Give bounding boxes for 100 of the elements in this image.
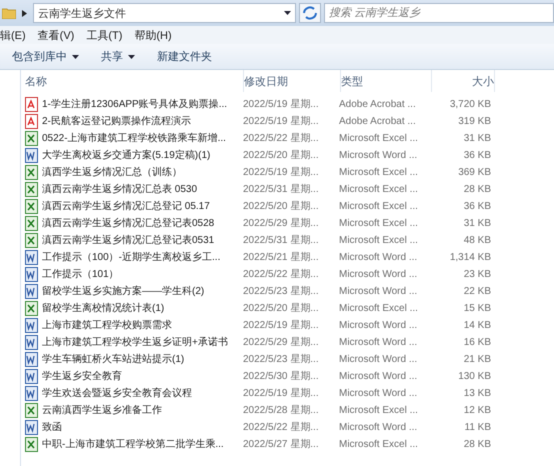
type-cell-text: Microsoft Excel ... [339,217,419,231]
size-cell-text: 130 KB [457,370,491,384]
file-name[interactable]: 工作提示（101） [42,266,119,283]
search-field[interactable]: 搜索 云南学生返乡 [324,3,554,23]
refresh-icon[interactable] [299,3,321,23]
type-cell-text: Microsoft Excel ... [339,200,419,214]
type-cell-text: Microsoft Excel ... [339,166,419,180]
type-cell-text: Adobe Acrobat ... [339,115,417,129]
date-cell-text: 2022/5/29 星期... [243,216,320,231]
spreadsheet-file-icon [25,437,38,452]
breadcrumb-arrow-icon[interactable] [22,10,27,16]
date-cell-text: 2022/5/19 星期... [243,318,320,333]
date-cell-text: 2022/5/23 星期... [243,352,320,367]
type-cell-text: Microsoft Excel ... [339,438,419,452]
document-file-icon [25,386,38,401]
type-cell-text: Microsoft Word ... [339,336,418,350]
size-cell-text: 13 KB [462,387,491,401]
toolbar-button[interactable]: 新建文件夹 [151,47,218,66]
file-name[interactable]: 云南滇西学生返乡准备工作 [42,402,162,419]
size-cell-text: 36 KB [462,200,491,214]
pdf-file-icon [25,97,38,112]
date-cell-text: 2022/5/30 星期... [243,370,320,384]
document-file-icon [25,284,38,299]
spreadsheet-file-icon [25,165,38,180]
file-name[interactable]: 滇西云南学生返乡情况汇总登记表0528 [42,215,214,232]
spreadsheet-file-icon [25,199,38,214]
file-name[interactable]: 2-民航客运登记购票操作流程演示 [42,113,191,130]
size-cell-text: 1,314 KB [448,251,491,265]
file-name[interactable]: 学生车辆虹桥火车站进站提示(1) [42,351,184,368]
size-cell-text: 23 KB [462,268,491,282]
file-name[interactable]: 1-学生注册12306APP账号具体及购票操... [42,96,228,113]
column-header[interactable]: 大小 [432,70,495,92]
date-cell-text: 2022/5/20 星期... [243,302,320,316]
spreadsheet-file-icon [25,301,38,316]
spreadsheet-file-icon [25,216,38,231]
toolbar-button[interactable]: 包含到库中 [6,47,85,66]
file-name[interactable]: 0522-上海市建筑工程学校铁路乘车新增... [42,130,226,147]
file-name[interactable]: 滇西云南学生返乡情况汇总表 0530 [42,181,198,198]
size-cell-text: 16 KB [462,336,491,350]
type-cell-text: Microsoft Word ... [339,149,418,163]
size-cell-text: 28 KB [462,438,491,452]
type-cell-text: Adobe Acrobat ... [339,98,417,112]
type-cell-text: Microsoft Word ... [339,251,418,265]
file-name[interactable]: 中职-上海市建筑工程学校第二批学生乘... [42,436,224,453]
size-cell-text: 21 KB [462,353,491,367]
file-name[interactable]: 滇西云南学生返乡情况汇总登记表0531 [42,232,214,249]
date-cell-text: 2022/5/28 星期... [243,404,320,418]
spreadsheet-file-icon [25,233,38,248]
type-cell-text: Microsoft Word ... [339,370,418,384]
document-file-icon [25,352,38,367]
type-cell-text: Microsoft Excel ... [339,234,419,248]
type-cell-text: Microsoft Excel ... [339,132,419,146]
type-cell-text: Microsoft Word ... [339,285,418,299]
document-file-icon [25,267,38,282]
document-file-icon [25,369,38,384]
date-cell-text: 2022/5/31 星期... [243,182,320,197]
file-name[interactable]: 留校学生离校情况统计表(1) [42,300,164,317]
document-file-icon [25,335,38,350]
size-cell-text: 28 KB [462,183,491,197]
menu-item[interactable]: 工具(T) [86,28,122,42]
file-name[interactable]: 留校学生返乡实施方案——学生科(2) [42,283,204,300]
address-field[interactable]: 云南学生返乡文件 [33,3,296,23]
type-cell-text: Microsoft Excel ... [339,302,419,316]
column-header[interactable]: 类型 [341,70,432,92]
file-name[interactable]: 大学生离校返乡交通方案(5.19定稿)(1) [42,147,210,164]
size-cell-text: 31 KB [462,132,491,146]
type-cell-text: Microsoft Word ... [339,268,418,282]
column-header[interactable]: 修改日期 [244,70,341,92]
file-name[interactable]: 滇西学生返乡情况汇总（训练） [42,164,182,181]
menu-item[interactable]: 查看(V) [38,28,74,42]
menu-item[interactable]: 帮助(H) [134,28,172,42]
size-cell-text: 14 KB [462,319,491,333]
document-file-icon [25,250,38,265]
size-cell-text: 319 KB [457,115,491,129]
file-name[interactable]: 工作提示（100）-近期学生离校返乡工... [42,249,220,266]
file-name[interactable]: 学生返乡安全教育 [42,368,122,385]
dropdown-arrow-icon[interactable] [284,11,291,15]
date-cell-text: 2022/5/19 星期... [243,166,320,180]
menu-item[interactable]: 辑(E) [0,28,26,42]
toolbar-button[interactable]: 共享 [95,47,141,66]
file-name[interactable]: 上海市建筑工程学校学生返乡证明+承诺书 [42,334,228,351]
date-cell-text: 2022/5/20 星期... [243,200,320,214]
size-cell-text: 369 KB [457,166,491,180]
date-cell-text: 2022/5/19 星期... [243,114,320,129]
column-header[interactable]: 名称 [25,70,244,92]
file-name[interactable]: 上海市建筑工程学校购票需求 [42,317,172,334]
date-cell-text: 2022/5/31 星期... [243,234,320,248]
size-cell-text: 12 KB [462,404,491,418]
date-cell-text: 2022/5/29 星期... [243,336,320,350]
file-name[interactable]: 学生欢送会暨返乡安全教育会议程 [42,385,192,402]
file-name[interactable]: 致函 [42,419,62,436]
spreadsheet-file-icon [25,131,38,146]
type-cell-text: Microsoft Word ... [339,387,418,401]
size-cell-text: 36 KB [462,149,491,163]
size-cell-text: 48 KB [462,234,491,248]
file-name[interactable]: 滇西云南学生返乡情况汇总登记 05.17 [42,198,210,215]
date-cell-text: 2022/5/19 星期... [243,386,320,401]
document-file-icon [25,318,38,333]
spreadsheet-file-icon [25,182,38,197]
date-cell-text: 2022/5/23 星期... [243,284,320,299]
